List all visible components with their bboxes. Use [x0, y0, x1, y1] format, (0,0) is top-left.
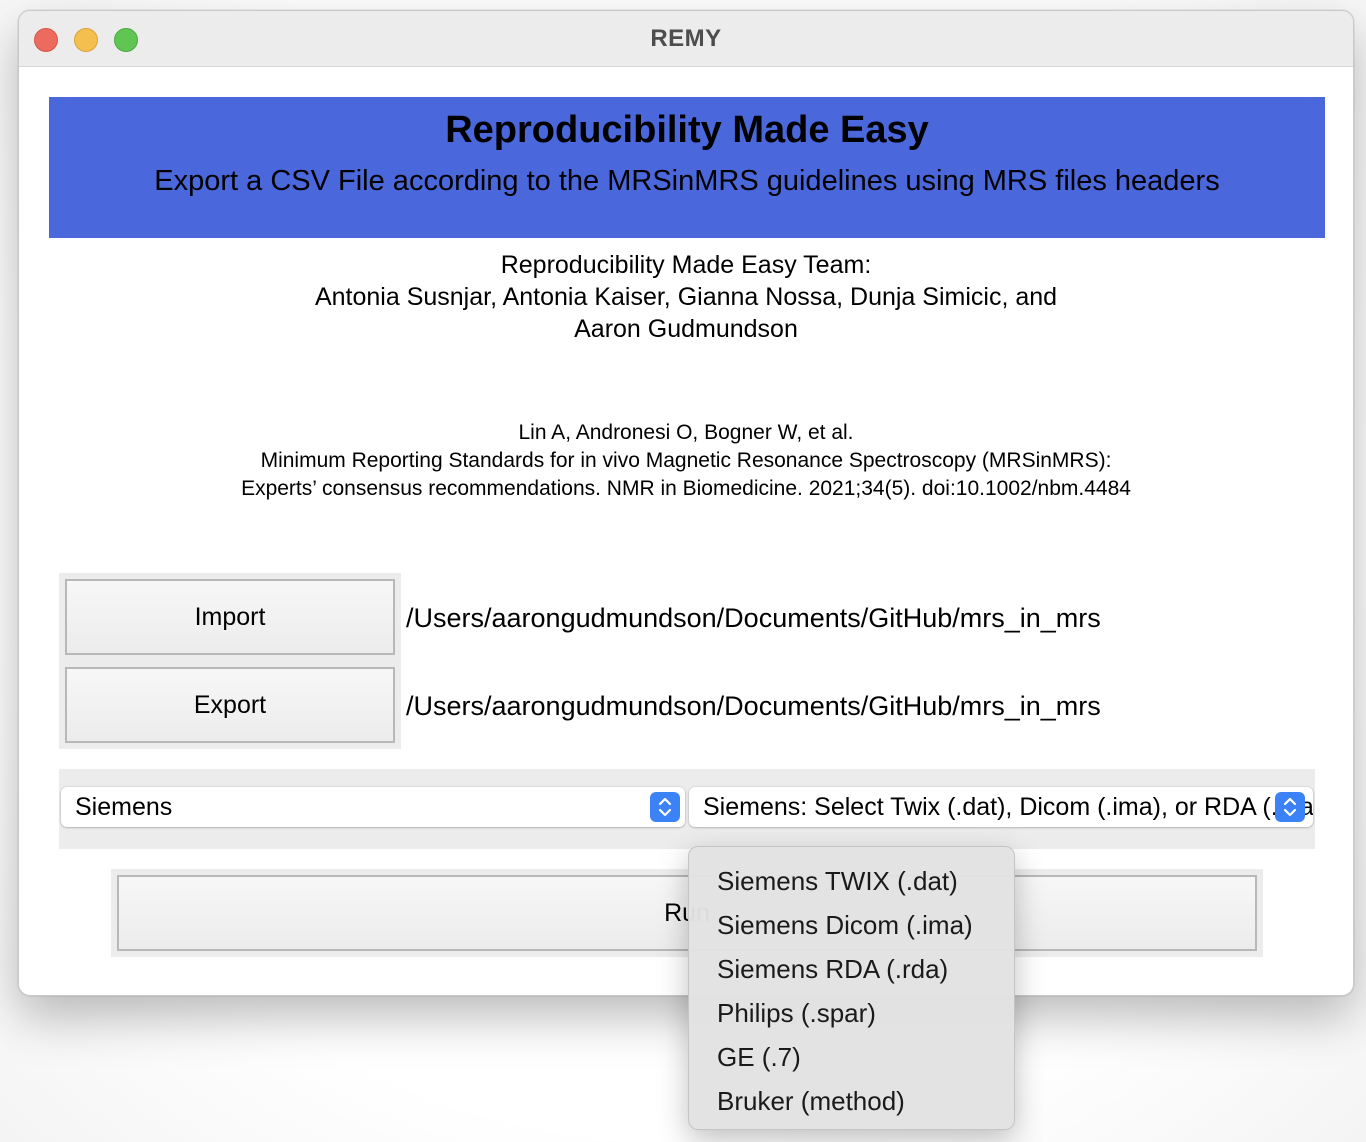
- chevron-up-down-icon[interactable]: [650, 792, 680, 822]
- citation-title: Minimum Reporting Standards for in vivo …: [260, 449, 1112, 472]
- menu-item-bruker[interactable]: Bruker (method): [689, 1079, 1014, 1123]
- menu-item-siemens-rda[interactable]: Siemens RDA (.rda): [689, 947, 1014, 991]
- import-path: /Users/aarongudmundson/Documents/GitHub/…: [406, 603, 1101, 633]
- vendor-select[interactable]: Siemens: [61, 787, 685, 827]
- citation-reference: Lin A, Andronesi O, Bogner W, et al. Min…: [19, 419, 1353, 503]
- export-button[interactable]: Export: [65, 667, 395, 743]
- chevron-up-down-icon[interactable]: [1275, 792, 1305, 822]
- menu-item-ge[interactable]: GE (.7): [689, 1035, 1014, 1079]
- title-bar[interactable]: REMY: [19, 11, 1353, 67]
- filetype-select-value: Siemens: Select Twix (.dat), Dicom (.ima…: [703, 793, 1313, 821]
- filetype-dropdown-menu: Siemens TWIX (.dat) Siemens Dicom (.ima)…: [688, 846, 1015, 1130]
- run-panel: Run: [111, 869, 1263, 957]
- menu-item-siemens-dicom[interactable]: Siemens Dicom (.ima): [689, 903, 1014, 947]
- team-members-line: Aaron Gudmundson: [574, 315, 798, 343]
- run-button[interactable]: Run: [117, 875, 1257, 951]
- team-credits: Reproducibility Made Easy Team: Antonia …: [19, 249, 1353, 345]
- export-path: /Users/aarongudmundson/Documents/GitHub/…: [406, 691, 1101, 721]
- citation-journal: Experts’ consensus recommendations. NMR …: [241, 477, 1131, 500]
- io-button-panel: Import Export: [59, 573, 401, 749]
- menu-item-siemens-twix[interactable]: Siemens TWIX (.dat): [689, 859, 1014, 903]
- banner-title: Reproducibility Made Easy: [445, 109, 929, 151]
- filetype-select[interactable]: Siemens: Select Twix (.dat), Dicom (.ima…: [689, 787, 1313, 827]
- team-members-line: Antonia Susnjar, Antonia Kaiser, Gianna …: [314, 283, 1058, 311]
- import-button[interactable]: Import: [65, 579, 395, 655]
- select-panel: Siemens Siemens: Select Twix (.dat), Dic…: [59, 769, 1315, 849]
- vendor-select-value: Siemens: [75, 793, 173, 821]
- menu-item-philips[interactable]: Philips (.spar): [689, 991, 1014, 1035]
- window-title: REMY: [650, 25, 722, 52]
- citation-authors: Lin A, Andronesi O, Bogner W, et al.: [518, 421, 854, 444]
- header-banner: Reproducibility Made Easy Export a CSV F…: [49, 97, 1325, 238]
- app-window: REMY Reproducibility Made Easy Export a …: [18, 10, 1354, 996]
- banner-subtitle: Export a CSV File according to the MRSin…: [154, 165, 1220, 197]
- team-heading: Reproducibility Made Easy Team:: [500, 251, 872, 279]
